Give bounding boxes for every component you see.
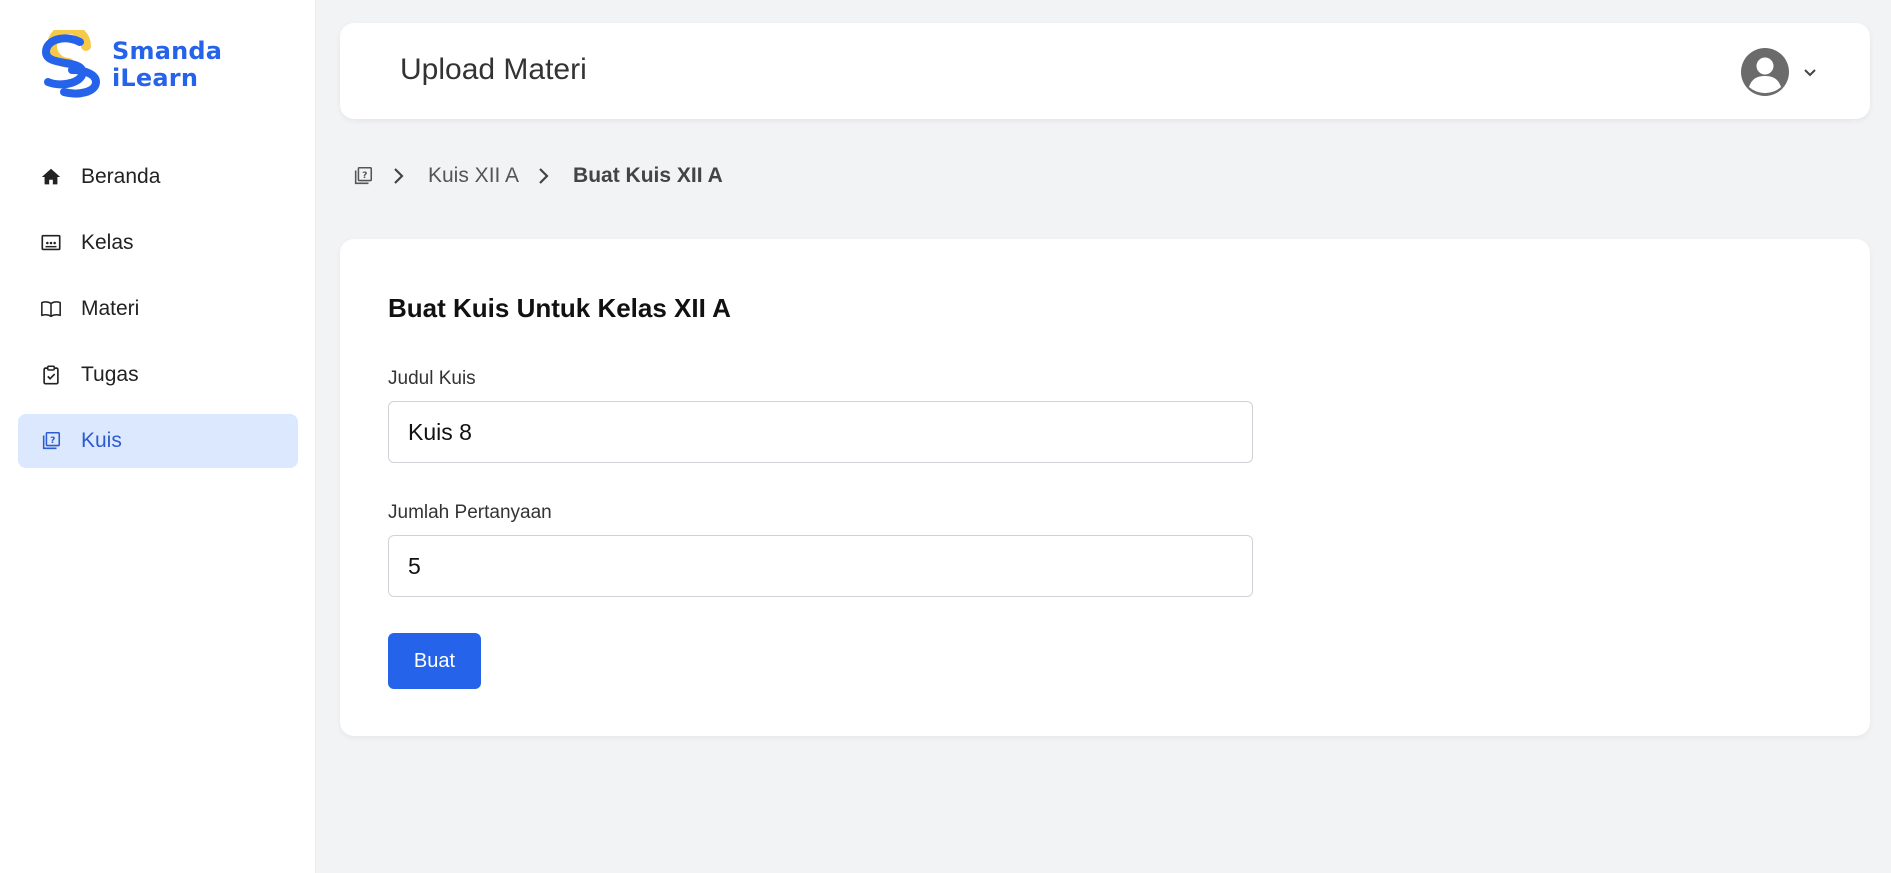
sidebar-item-materi[interactable]: Materi [18, 282, 298, 336]
breadcrumb-kuis-xii-a[interactable]: Kuis XII A [428, 164, 519, 188]
sidebar: Smanda iLearn Beranda Kelas Materi Tugas… [0, 0, 316, 873]
clipboard-check-icon [40, 364, 62, 386]
class-board-icon [40, 232, 62, 254]
chevron-down-icon[interactable] [1800, 62, 1820, 82]
sidebar-item-label: Beranda [81, 165, 161, 188]
sidebar-item-label: Kuis [81, 429, 122, 452]
question-count-input[interactable] [388, 535, 1253, 597]
sidebar-item-kuis[interactable]: ? Kuis [18, 414, 298, 468]
sidebar-item-label: Materi [81, 297, 140, 320]
svg-text:?: ? [362, 170, 367, 181]
sidebar-item-kelas[interactable]: Kelas [18, 216, 298, 270]
breadcrumb-current: Buat Kuis XII A [573, 164, 723, 187]
quiz-icon[interactable]: ? [352, 165, 374, 187]
book-icon [40, 298, 62, 320]
quiz-form-card: Buat Kuis Untuk Kelas XII A Judul Kuis J… [340, 239, 1870, 736]
sidebar-item-label: Tugas [81, 363, 139, 386]
brand-line2: iLearn [112, 64, 199, 92]
quiz-icon: ? [40, 430, 62, 452]
question-count-label: Jumlah Pertanyaan [388, 502, 552, 523]
page-title: Upload Materi [400, 53, 587, 86]
breadcrumb: ? Kuis XII A Buat Kuis XII A [352, 164, 723, 188]
form-title: Buat Kuis Untuk Kelas XII A [388, 293, 731, 323]
sidebar-item-tugas[interactable]: Tugas [18, 348, 298, 402]
top-header: Upload Materi [340, 23, 1870, 119]
chevron-right-icon [539, 168, 549, 184]
create-quiz-button[interactable]: Buat [388, 633, 481, 689]
user-menu[interactable] [1740, 47, 1820, 97]
sidebar-item-label: Kelas [81, 231, 134, 254]
brand-line1: Smanda [112, 37, 223, 65]
brand-name: Smanda iLearn [112, 38, 222, 92]
sidebar-nav: Beranda Kelas Materi Tugas ? Kuis [18, 150, 298, 480]
logo-icon [41, 30, 101, 98]
home-icon [40, 166, 62, 188]
user-avatar-icon[interactable] [1740, 47, 1790, 97]
chevron-right-icon [394, 168, 404, 184]
quiz-title-input[interactable] [388, 401, 1253, 463]
sidebar-item-beranda[interactable]: Beranda [18, 150, 298, 204]
svg-text:?: ? [50, 435, 55, 446]
brand-logo[interactable]: Smanda iLearn [38, 30, 222, 100]
quiz-title-label: Judul Kuis [388, 368, 476, 389]
